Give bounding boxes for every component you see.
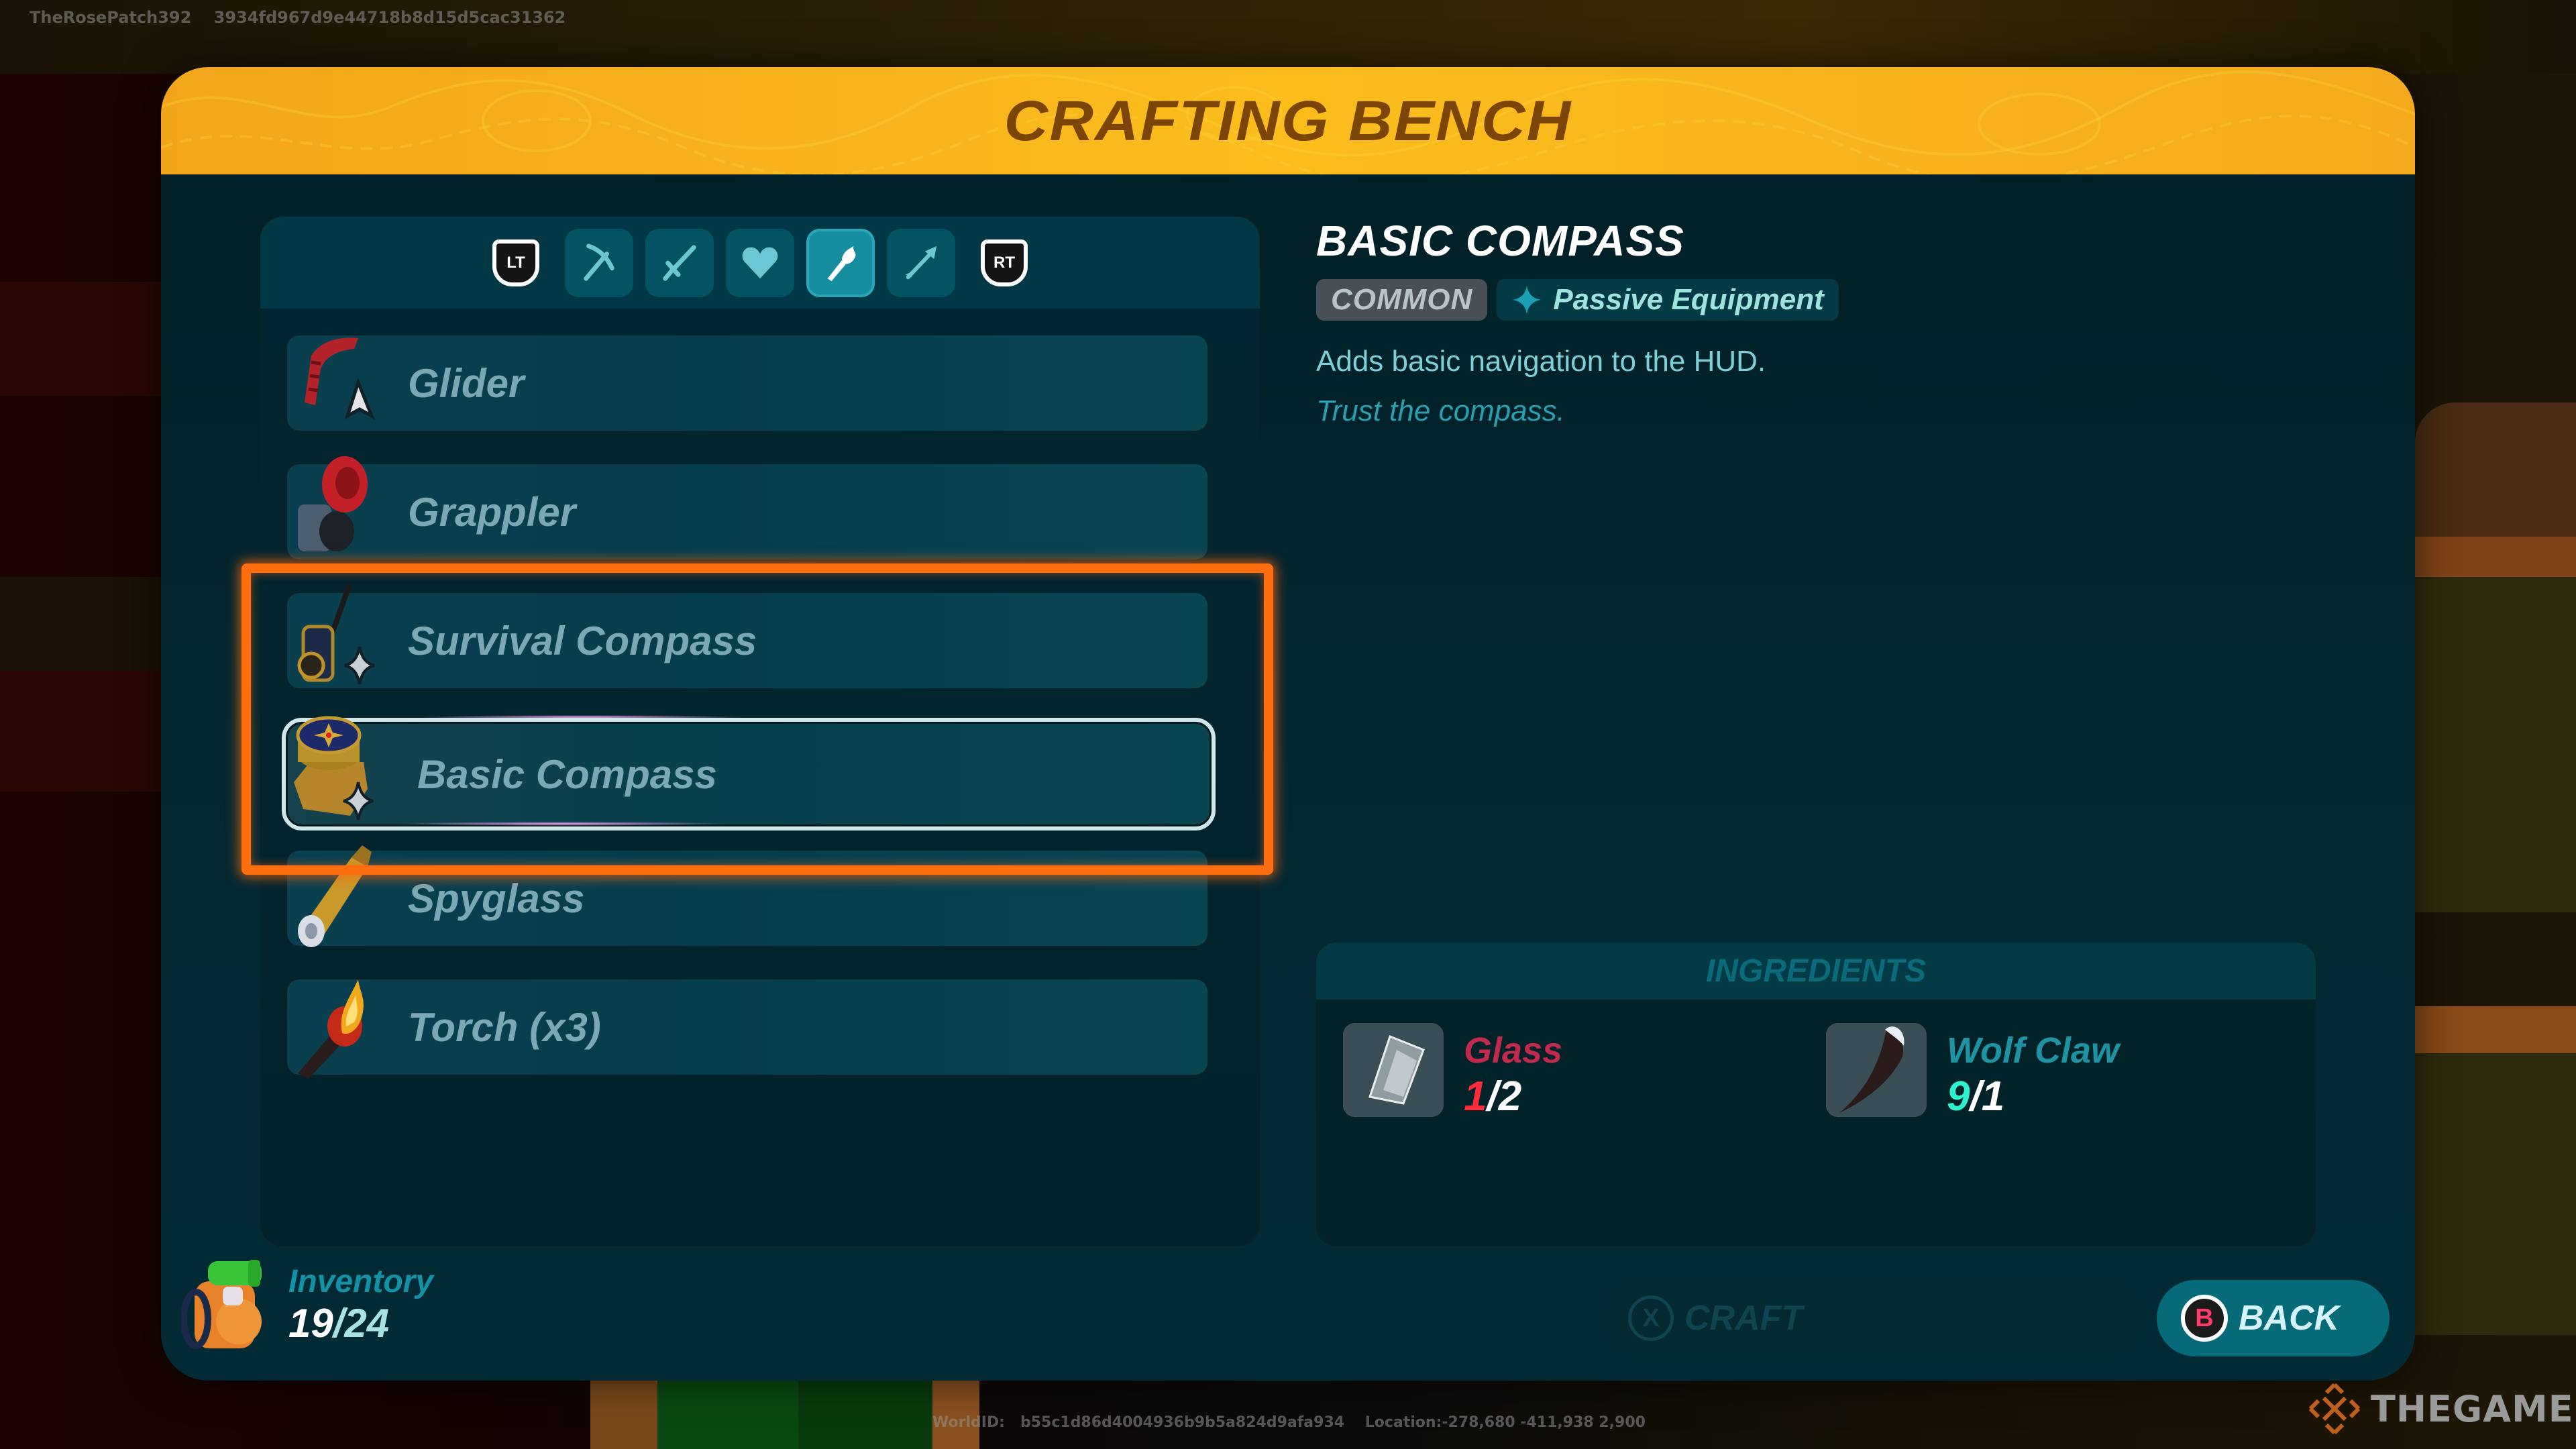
type-label: Passive Equipment [1553,283,1824,316]
rt-trigger-button[interactable]: RT [981,239,1028,286]
back-button[interactable]: B BACK [2157,1280,2390,1356]
selection-glow-bottom [394,822,730,826]
recipe-name: Torch (x3) [408,1004,601,1050]
item-details: BASIC COMPASS COMMON Passive Equipment A… [1316,216,2322,428]
backpack-icon [181,1260,262,1349]
glider-icon [305,337,375,420]
have-count: 1 [1464,1073,1487,1120]
type-badge: Passive Equipment [1497,279,1839,321]
item-title: BASIC COMPASS [1316,217,1684,265]
recipe-row-grappler[interactable]: Grappler [287,456,1208,559]
lt-label: LT [506,253,525,272]
lt-trigger-button[interactable]: LT [492,239,539,286]
inventory-indicator: Inventory 19/24 [181,1254,433,1355]
need-count: /1 [1970,1073,2005,1120]
recipe-row-glider[interactable]: Glider [287,335,1208,431]
thegamer-logo-icon [2308,1383,2361,1435]
x-button-icon: X [1628,1295,1674,1341]
recipe-name: Spyglass [408,875,585,921]
recipe-row-basic-compass[interactable]: Basic Compass [282,716,1216,830]
player-id-overlay: TheRosePatch392 3934fd967d9e44718b8d15d5… [30,8,566,27]
ingredient-glass: Glass 1/2 [1343,1023,1562,1120]
watermark-text: THEGAMER [2371,1387,2576,1430]
arrow-icon [905,246,937,279]
recipe-name: Basic Compass [417,751,717,797]
heart-icon [742,247,778,278]
world-id: b55c1d86d4004936b9b5a824d9afa934 [1020,1414,1345,1431]
location-label: Location: [1364,1414,1442,1431]
item-description: Adds basic navigation to the HUD. [1316,345,1766,378]
tab-weapons[interactable] [645,228,714,297]
glass-icon [1343,1023,1444,1117]
window-header: CRAFTING BENCH [161,67,2415,174]
thegamer-watermark: THEGAMER [2308,1382,2576,1436]
ingredient-wolf-claw: Wolf Claw 9/1 [1826,1023,2119,1120]
b-button-icon: B [2181,1295,2228,1342]
location-value: -278,680 -411,938 2,900 [1442,1414,1646,1431]
back-label: BACK [2239,1299,2340,1338]
basic-compass-icon [294,716,374,820]
recipe-name: Survival Compass [408,618,757,663]
world-info-overlay: WorldID: b55c1d86d4004936b9b5a824d9afa93… [932,1414,1646,1431]
inventory-label: Inventory [288,1264,434,1299]
category-tab-bar: LT RT [260,217,1260,309]
inventory-count: 19/24 [288,1300,433,1346]
torch-item-icon [298,979,364,1079]
sword-icon [663,244,696,281]
player-name: TheRosePatch392 [30,8,192,27]
item-flavor-text: Trust the compass. [1316,394,1565,427]
wolf-claw-icon [1826,1023,1927,1117]
survival-compass-icon [297,584,375,685]
tab-tools[interactable] [565,228,633,297]
torch-icon [827,246,856,281]
tab-equipment[interactable] [806,228,875,297]
window-title: CRAFTING BENCH [1004,89,1572,152]
sparkle-icon [1513,286,1542,314]
ingredient-name: Wolf Claw [1947,1030,2120,1071]
craft-button[interactable]: X CRAFT [1607,1280,2143,1356]
inventory-max: /24 [333,1301,390,1346]
tab-health[interactable] [726,228,794,297]
craft-label: CRAFT [1684,1299,1803,1338]
spyglass-icon [298,845,372,947]
rt-label: RT [994,253,1015,272]
tab-ammo[interactable] [887,228,955,297]
session-id: 3934fd967d9e44718b8d15d5cac31362 [213,8,566,27]
pickaxe-icon [584,243,614,281]
recipe-row-torch[interactable]: Torch (x3) [287,979,1208,1079]
recipe-name: Grappler [408,489,576,535]
have-count: 9 [1947,1073,1970,1120]
world-id-label: WorldID: [932,1414,1005,1431]
need-count: /2 [1487,1073,1522,1120]
recipe-list-panel: LT RT Glider Grappler Survival Compass B… [260,217,1260,1246]
ingredient-count: 9/1 [1947,1073,2119,1120]
rarity-badge: COMMON [1316,279,1488,321]
recipe-name: Glider [408,360,525,406]
recipe-row-spyglass[interactable]: Spyglass [287,845,1208,947]
crafting-bench-window: CRAFTING BENCH LT RT Glider Grappler Sur… [161,67,2415,1381]
ingredients-panel: INGREDIENTS Glass 1/2 Wolf Claw 9/1 [1316,943,2316,1246]
grappler-icon [298,456,368,551]
ingredient-count: 1/2 [1464,1073,1562,1120]
inventory-current: 19 [288,1301,333,1346]
ingredient-name: Glass [1464,1030,1563,1071]
ingredients-header: INGREDIENTS [1316,943,2316,1000]
recipe-row-survival-compass[interactable]: Survival Compass [287,584,1208,688]
